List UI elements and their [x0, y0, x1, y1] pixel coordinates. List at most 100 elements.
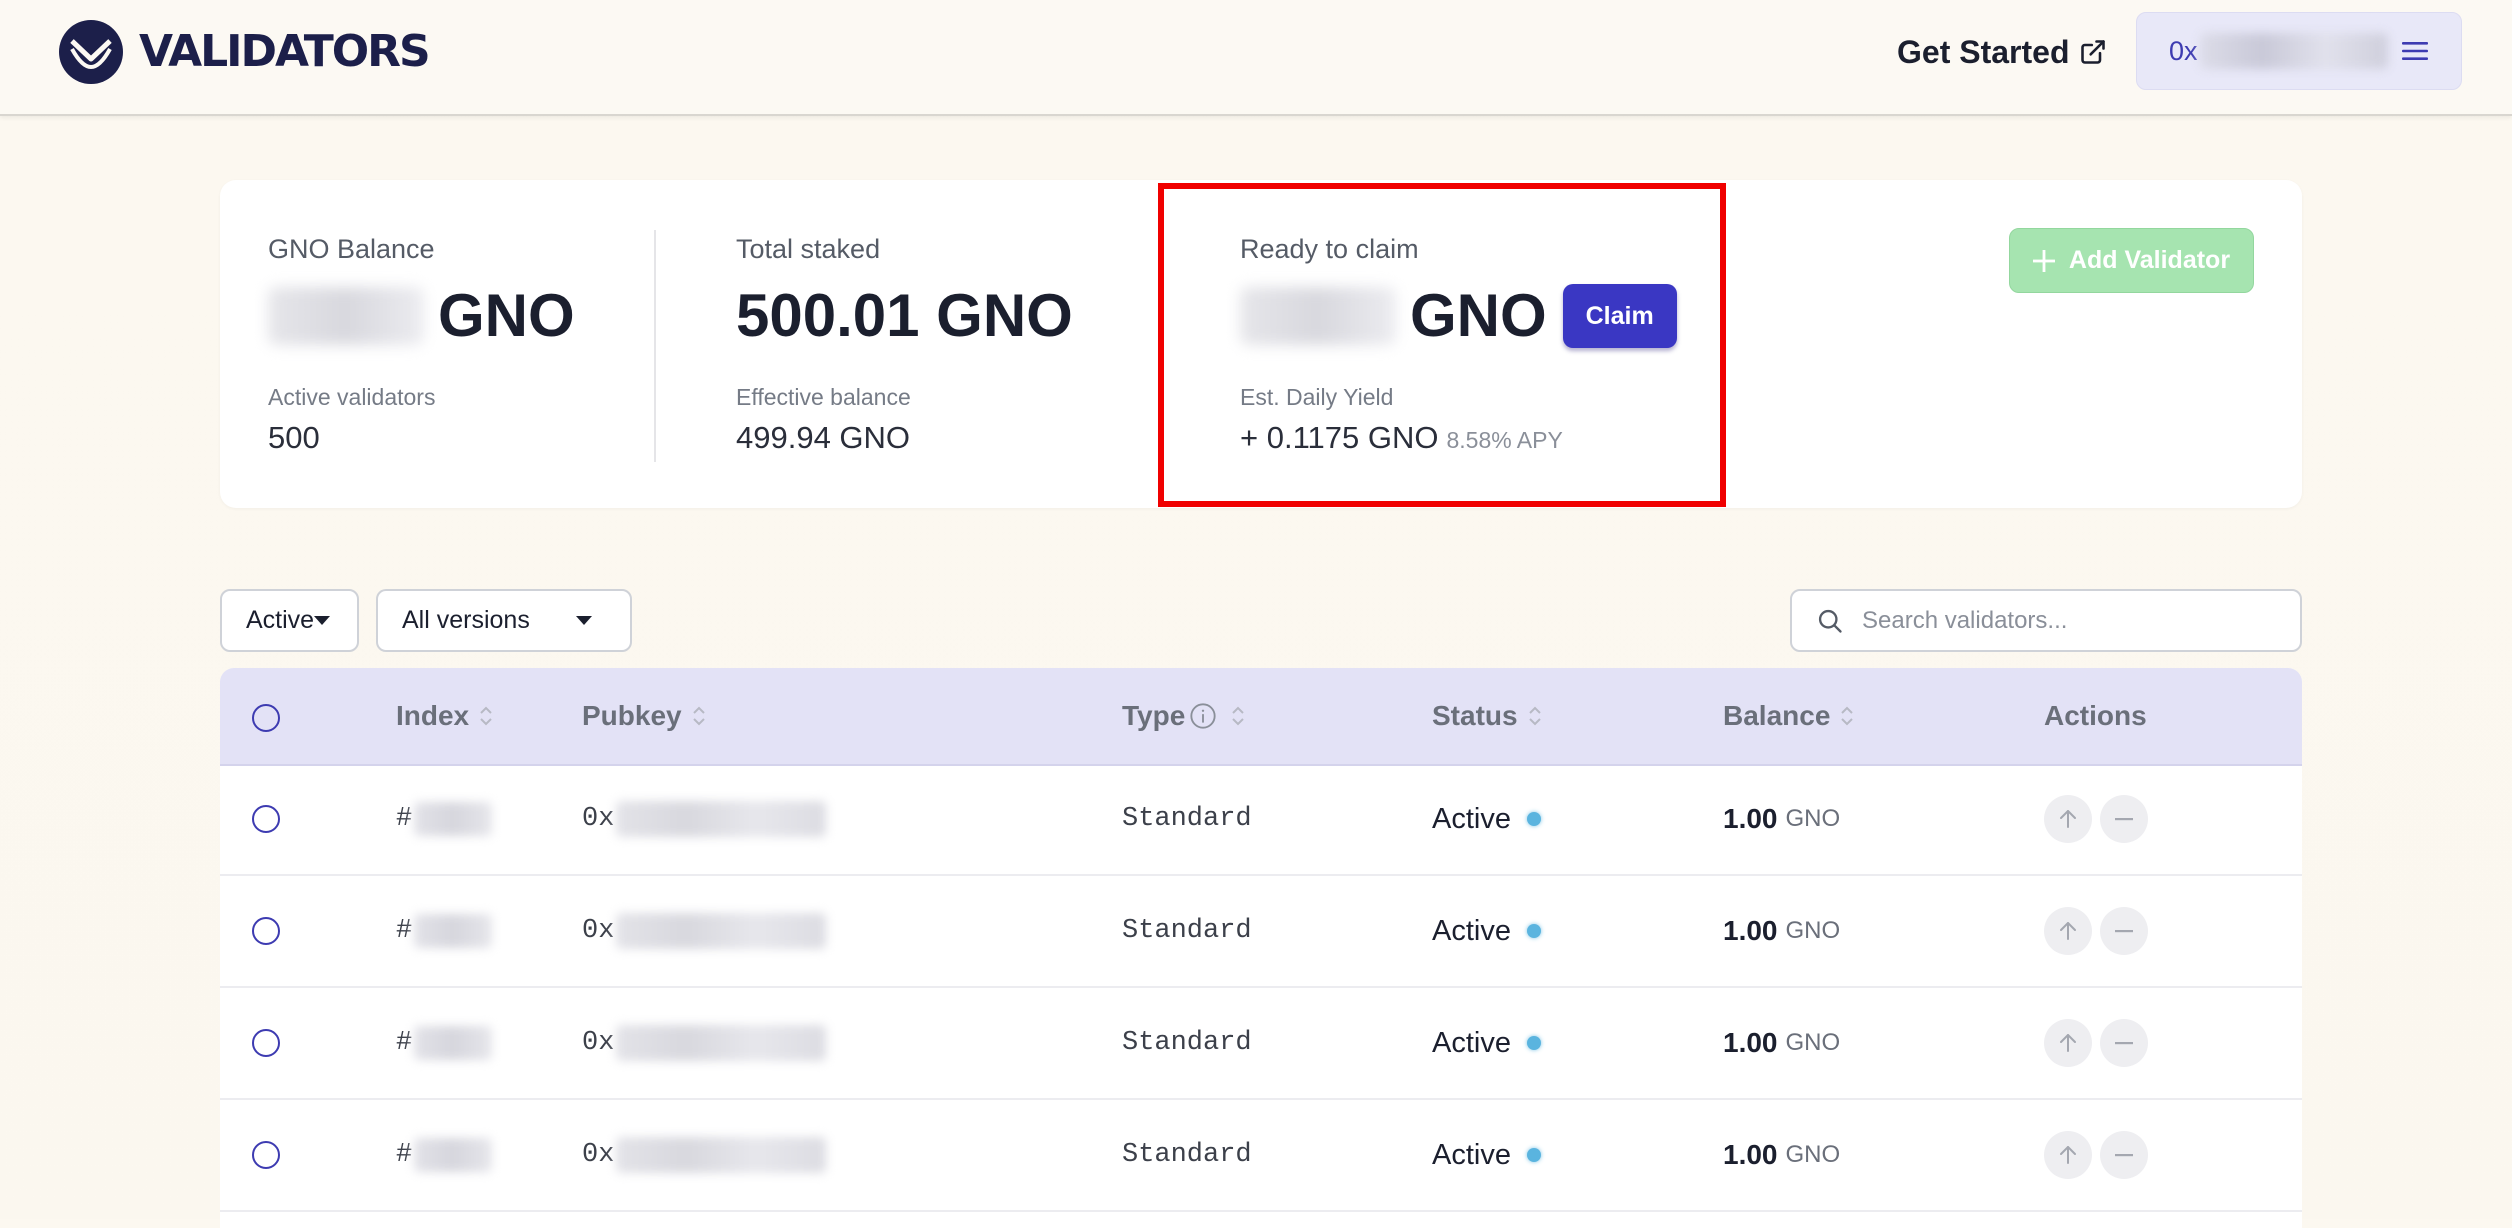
column-label-type: Type [1122, 700, 1186, 731]
balance-unit: GNO [1785, 1029, 1841, 1056]
active-validators-value: 500 [268, 420, 320, 455]
minus-icon [2115, 1154, 2133, 1157]
wallet-account-button[interactable]: 0x [2136, 12, 2462, 90]
validator-balance: 1.00 GNO [1723, 876, 1840, 986]
external-link-icon [2081, 40, 2106, 64]
hamburger-menu-icon [2401, 42, 2428, 60]
total-staked-label: Total staked [736, 234, 881, 264]
table-row[interactable]: # 0x Standard Active 1.00 GNO [220, 764, 2302, 876]
status-text: Active [1432, 1138, 1511, 1171]
status-dot-icon [1526, 812, 1541, 826]
pubkey-redacted [616, 913, 827, 949]
balance-value: 1.00 [1723, 803, 1778, 834]
search-validators-box[interactable] [1790, 589, 2302, 652]
balance-unit: GNO [1785, 805, 1841, 832]
table-row[interactable]: # 0x Standard Active 1.00 GNO [220, 1100, 2302, 1212]
column-header-index[interactable]: Index [396, 668, 493, 764]
balance-unit: GNO [1785, 917, 1841, 944]
info-icon[interactable] [1189, 702, 1217, 730]
status-text: Active [1432, 802, 1511, 835]
index-prefix: # [396, 1028, 413, 1058]
sort-arrows-icon [692, 706, 705, 726]
gno-balance-unit: GNO [438, 282, 575, 349]
validator-balance: 1.00 GNO [1723, 1100, 1840, 1210]
validator-type: Standard [1122, 916, 1252, 946]
row-select-radio[interactable] [252, 805, 280, 833]
validator-type: Standard [1122, 1140, 1252, 1170]
effective-balance-label: Effective balance [736, 384, 911, 410]
column-label-index: Index [396, 700, 470, 731]
sort-arrows-icon [1841, 706, 1854, 726]
total-staked-value: 500.01 GNO [736, 282, 1073, 349]
search-input[interactable] [1860, 605, 2284, 636]
ready-to-claim-redacted [1240, 287, 1396, 345]
ready-to-claim-unit: GNO [1410, 282, 1547, 349]
gno-balance-value: GNO [268, 280, 575, 352]
get-started-link[interactable]: Get Started [1897, 30, 2107, 74]
index-prefix: # [396, 1140, 413, 1170]
top-up-button[interactable] [2044, 1019, 2092, 1067]
column-header-type[interactable]: Type [1122, 668, 1245, 764]
chevron-down-icon [575, 616, 592, 625]
top-up-button[interactable] [2044, 795, 2092, 843]
arrow-up-icon [2060, 1146, 2076, 1164]
table-header: Index Pubkey Type Status Balance Actions [220, 668, 2302, 766]
validator-pubkey[interactable]: 0x [582, 876, 827, 986]
column-header-status[interactable]: Status [1432, 668, 1542, 764]
search-icon [1818, 609, 1842, 633]
top-up-button[interactable] [2044, 1131, 2092, 1179]
pubkey-redacted [616, 1025, 827, 1061]
daily-yield-value: + 0.1175 GNO [1240, 420, 1439, 455]
balance-value: 1.00 [1723, 1139, 1778, 1170]
exit-validator-button[interactable] [2100, 907, 2148, 955]
table-row[interactable]: # 0x Standard Active 1.00 GNO [220, 988, 2302, 1100]
column-header-pubkey[interactable]: Pubkey [582, 668, 706, 764]
gno-balance-label: GNO Balance [268, 234, 435, 264]
validator-index: # [396, 876, 493, 986]
top-navbar: VALIDATORS Get Started 0x [0, 0, 2512, 116]
validators-logo-icon[interactable] [58, 19, 124, 85]
table-row[interactable]: # 0x Standard Active 1.00 GNO [220, 876, 2302, 988]
sort-arrows-icon [1528, 706, 1541, 726]
index-prefix: # [396, 804, 413, 834]
effective-balance-value: 499.94 GNO [736, 420, 911, 455]
exit-validator-button[interactable] [2100, 1131, 2148, 1179]
validator-pubkey[interactable]: 0x [582, 988, 827, 1098]
status-text: Active [1432, 914, 1511, 947]
row-select-radio[interactable] [252, 917, 280, 945]
row-select-radio[interactable] [252, 1029, 280, 1057]
plus-icon [2032, 249, 2055, 272]
balance-value: 1.00 [1723, 915, 1778, 946]
pubkey-redacted [616, 1137, 827, 1173]
validator-index: # [396, 764, 493, 874]
version-filter-select[interactable]: All versions [376, 589, 632, 652]
exit-validator-button[interactable] [2100, 1019, 2148, 1067]
exit-validator-button[interactable] [2100, 795, 2148, 843]
pubkey-prefix: 0x [582, 1140, 615, 1170]
validator-type: Standard [1122, 1028, 1252, 1058]
claim-button[interactable]: Claim [1562, 284, 1677, 348]
column-label-actions: Actions [2044, 700, 2147, 731]
daily-yield-value-row: + 0.1175 GNO 8.58% APY [1240, 418, 1563, 460]
status-filter-value: Active [246, 606, 315, 634]
logo-text[interactable]: VALIDATORS [139, 24, 431, 80]
add-validator-button[interactable]: Add Validator [2009, 228, 2254, 293]
select-all-radio[interactable] [252, 704, 280, 732]
validator-index: # [396, 1100, 493, 1210]
row-actions [2044, 764, 2156, 874]
pubkey-redacted [616, 801, 827, 837]
status-filter-select[interactable]: Active [220, 589, 359, 652]
validator-pubkey[interactable]: 0x [582, 1100, 827, 1210]
arrow-up-icon [2060, 922, 2076, 940]
top-up-button[interactable] [2044, 907, 2092, 955]
column-label-status: Status [1432, 700, 1518, 731]
validator-status: Active [1432, 764, 1541, 874]
add-validator-label: Add Validator [2068, 246, 2231, 274]
validator-pubkey[interactable]: 0x [582, 764, 827, 874]
column-label-pubkey: Pubkey [582, 700, 682, 731]
row-select-radio[interactable] [252, 1141, 280, 1169]
pubkey-prefix: 0x [582, 1028, 615, 1058]
column-header-balance[interactable]: Balance [1723, 668, 1854, 764]
version-filter-value: All versions [402, 606, 530, 634]
wallet-address-redacted [2199, 33, 2388, 69]
